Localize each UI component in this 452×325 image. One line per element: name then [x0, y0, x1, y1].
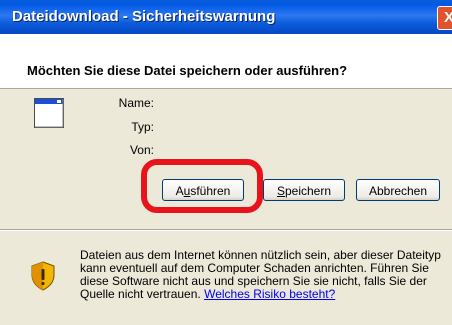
dialog-question: Möchten Sie diese Datei speichern oder a…: [27, 63, 348, 78]
download-dialog: Dateidownload - Sicherheitswarnung X Möc…: [0, 0, 452, 325]
save-button-accesskey: S: [276, 184, 285, 198]
close-icon[interactable]: X: [437, 6, 452, 30]
security-shield-icon: [31, 261, 55, 291]
window-title: Dateidownload - Sicherheitswarnung: [12, 8, 276, 25]
cancel-button[interactable]: Abbrechen: [356, 179, 440, 201]
from-label: Von:: [129, 143, 154, 157]
save-button-rest: peichern: [284, 184, 332, 198]
warning-message: Dateien aus dem Internet können nützlich…: [80, 249, 448, 301]
type-label: Typ:: [131, 120, 154, 134]
risk-link[interactable]: Welches Risiko besteht?: [204, 287, 335, 301]
application-window-icon: [34, 98, 64, 128]
save-button[interactable]: Speichern: [263, 179, 345, 201]
highlight-circle: [141, 159, 263, 213]
dialog-header: Möchten Sie diese Datei speichern oder a…: [0, 34, 452, 89]
name-label: Name:: [118, 96, 154, 110]
separator-highlight: [0, 230, 452, 231]
title-bar[interactable]: Dateidownload - Sicherheitswarnung X: [0, 0, 452, 34]
